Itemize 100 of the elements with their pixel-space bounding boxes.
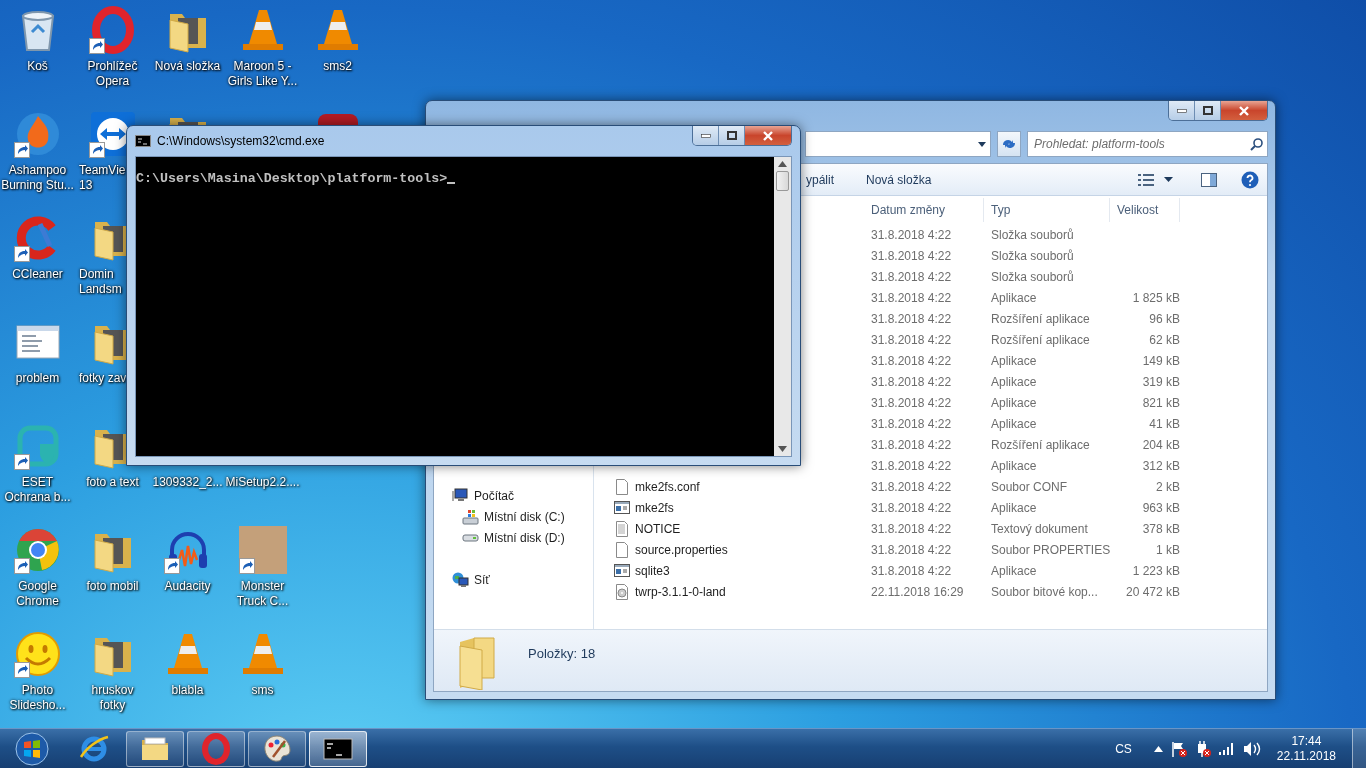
file-type: Rozšíření aplikace: [991, 437, 1090, 452]
file-date: 31.8.2018 4:22: [871, 395, 952, 410]
desktop-icon-label[interactable]: CCleaner: [0, 267, 75, 282]
file-name[interactable]: mke2fs.conf: [635, 477, 700, 496]
file-date: 22.11.2018 16:29: [871, 584, 964, 599]
file-size: 1 kB: [1156, 542, 1180, 557]
desktop-icon-label[interactable]: sms2: [300, 59, 375, 74]
taskbar-button[interactable]: [248, 730, 306, 767]
desktop-icon-label[interactable]: Nová složka: [150, 59, 225, 74]
folder-icon: [458, 636, 498, 690]
file-name[interactable]: sqlite3: [635, 561, 670, 580]
file-date: 31.8.2018 4:22: [871, 374, 952, 389]
computer-icon: [452, 487, 469, 504]
nav-item[interactable]: Místní disk (C:): [462, 506, 593, 527]
nav-item[interactable]: Síť: [452, 569, 593, 590]
nav-item[interactable]: Místní disk (D:): [462, 527, 593, 548]
file-size: 96 kB: [1149, 311, 1180, 326]
console-icon: [135, 135, 151, 147]
globe-computer-icon: [452, 571, 469, 588]
file-date: 31.8.2018 4:22: [871, 227, 952, 242]
taskbar-button[interactable]: [309, 730, 367, 767]
language-indicator[interactable]: CS: [1115, 739, 1132, 758]
file-size: 20 472 kB: [1125, 584, 1180, 599]
toolbar-button[interactable]: Nová složka: [862, 168, 936, 191]
scroll-down-arrow-icon[interactable]: [778, 446, 787, 452]
file-name[interactable]: source.properties: [635, 540, 728, 559]
desktop-icon-label[interactable]: 1309332_2...: [150, 475, 225, 490]
help-icon[interactable]: [1241, 170, 1259, 189]
show-hidden-icons-icon[interactable]: [1153, 745, 1163, 752]
maximize-button[interactable]: [719, 126, 745, 145]
file-size: 1 223 kB: [1132, 563, 1180, 578]
desktop-icon-label[interactable]: fotky zav: [75, 371, 127, 386]
file-date: 31.8.2018 4:22: [871, 479, 952, 494]
desktop-icon-label[interactable]: Prohlížeč Opera: [75, 59, 150, 89]
desktop-icon-label[interactable]: MiSetup2.2....: [225, 475, 300, 490]
search-field[interactable]: Prohledat: platform-tools: [1032, 134, 1250, 154]
file-date: 31.8.2018 4:22: [871, 563, 952, 578]
desktop-icon-label[interactable]: TeamVie 13: [75, 163, 126, 193]
disc-file-icon: [614, 583, 630, 600]
desktop-icon-label[interactable]: problem: [0, 371, 75, 386]
nav-item[interactable]: Počítač: [452, 485, 593, 506]
clock-time[interactable]: 17:44: [1291, 733, 1322, 749]
file-name[interactable]: NOTICE: [635, 519, 681, 538]
search-box[interactable]: Prohledat: platform-tools: [1027, 131, 1268, 157]
file-date: 31.8.2018 4:22: [871, 500, 952, 515]
dropdown-arrow-icon[interactable]: [978, 141, 986, 147]
close-button[interactable]: [745, 126, 791, 145]
file-type: Aplikace: [991, 563, 1037, 578]
palette-icon: [261, 732, 293, 765]
application-icon: [614, 562, 630, 579]
flag-icon[interactable]: [1170, 740, 1187, 757]
file-icon: [614, 541, 630, 558]
desktop-icon-label[interactable]: Maroon 5 - Girls Like Y...: [225, 59, 300, 89]
scroll-up-arrow-icon[interactable]: [778, 161, 787, 167]
scroll-thumb[interactable]: [776, 171, 789, 191]
desktop-icon-label[interactable]: Google Chrome: [0, 579, 75, 609]
file-type: Soubor CONF: [991, 479, 1068, 494]
file-type: Aplikace: [991, 458, 1037, 473]
taskbar-button[interactable]: [126, 730, 184, 767]
toolbar-button[interactable]: ypálit: [802, 168, 838, 191]
file-type: Soubor PROPERTIES: [991, 542, 1111, 557]
maximize-button[interactable]: [1195, 101, 1221, 120]
console-prompt: C:\Users\Masina\Desktop\platform-tools>: [136, 170, 448, 188]
maximize-icon: [1202, 106, 1213, 115]
close-button[interactable]: [1221, 101, 1267, 120]
file-type: Aplikace: [991, 395, 1037, 410]
clock-date[interactable]: 22.11.2018: [1276, 748, 1336, 764]
desktop-icon-label[interactable]: Domin Landsm: [75, 267, 122, 297]
column-header[interactable]: Typ: [984, 198, 1110, 222]
preview-pane-icon[interactable]: [1201, 172, 1217, 187]
file-size: 2 kB: [1156, 479, 1180, 494]
file-date: 31.8.2018 4:22: [871, 248, 952, 263]
desktop-icon-label[interactable]: Ashampoo Burning Stu...: [0, 163, 75, 193]
window-title: C:\Windows\system32\cmd.exe: [157, 133, 325, 150]
file-name[interactable]: twrp-3.1.1-0-land: [635, 582, 726, 601]
close-icon: [1238, 105, 1250, 116]
file-type: Soubor bitové kop...: [991, 584, 1098, 599]
windows-logo-icon: [15, 731, 49, 766]
minimize-button[interactable]: [693, 126, 719, 145]
file-size: 149 kB: [1142, 353, 1180, 368]
caret-icon[interactable]: [1164, 177, 1173, 182]
file-size: 204 kB: [1142, 437, 1180, 452]
desktop-icon-label[interactable]: Koš: [0, 59, 75, 74]
file-date: 31.8.2018 4:22: [871, 542, 952, 557]
view-options-icon[interactable]: [1138, 173, 1154, 186]
refresh-button[interactable]: [997, 131, 1021, 157]
column-header[interactable]: Velikost: [1110, 198, 1180, 222]
file-size: 378 kB: [1142, 521, 1180, 536]
desktop-icon-label[interactable]: ESET Ochrana b...: [0, 475, 75, 505]
desktop-icon-label[interactable]: foto a text: [75, 475, 150, 490]
show-desktop-button[interactable]: [1352, 728, 1366, 768]
file-type: Aplikace: [991, 500, 1037, 515]
speaker-icon[interactable]: [1242, 740, 1261, 757]
column-header[interactable]: Datum změny: [864, 198, 984, 222]
signal-bars-icon[interactable]: [1218, 742, 1235, 755]
search-icon[interactable]: [1250, 137, 1263, 151]
file-date: 31.8.2018 4:22: [871, 290, 952, 305]
minimize-button[interactable]: [1169, 101, 1195, 120]
file-name[interactable]: mke2fs: [635, 498, 674, 517]
file-type: Rozšíření aplikace: [991, 332, 1090, 347]
